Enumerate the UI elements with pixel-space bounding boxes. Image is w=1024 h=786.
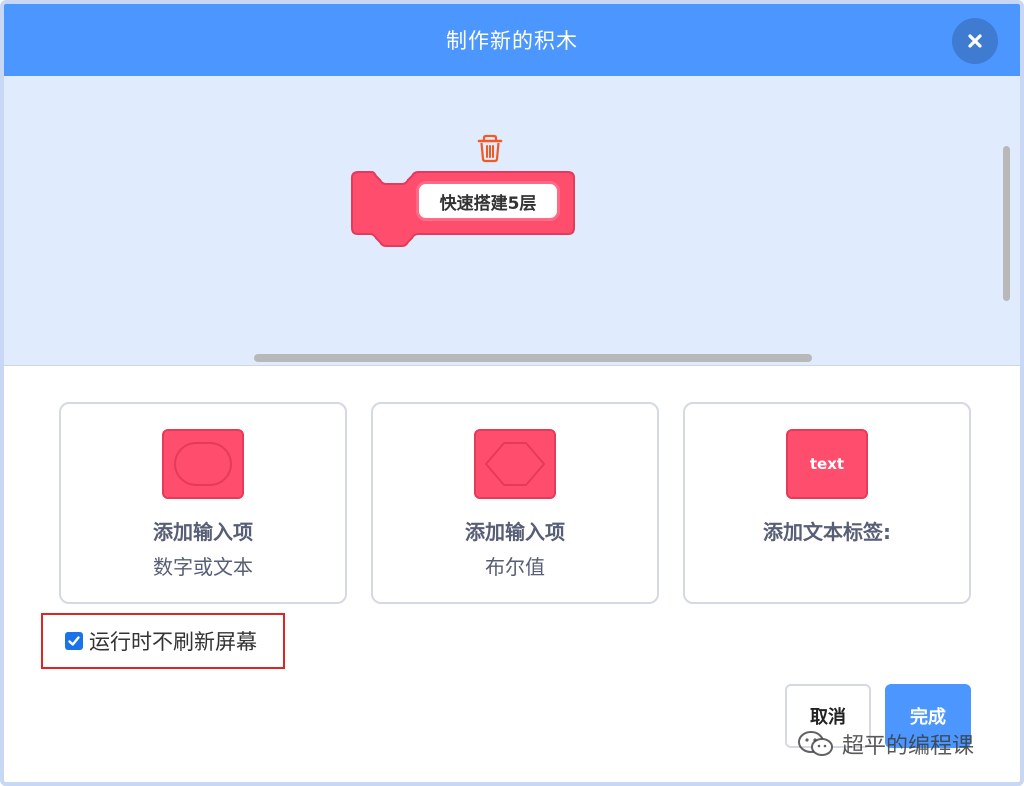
vertical-scrollbar[interactable] xyxy=(1003,146,1010,301)
checkmark-icon xyxy=(68,636,80,646)
boolean-input-icon xyxy=(474,429,556,499)
horizontal-scrollbar[interactable] xyxy=(254,354,812,362)
wechat-icon xyxy=(798,731,833,756)
add-text-label-button[interactable]: text 添加文本标签: xyxy=(683,402,971,604)
round-input-icon xyxy=(162,429,244,499)
custom-block-preview[interactable]: 快速搭建5层 xyxy=(350,170,575,247)
text-label-icon: text xyxy=(786,429,868,499)
block-preview-workspace: 快速搭建5层 xyxy=(4,76,1020,366)
run-without-refresh-row: 运行时不刷新屏幕 xyxy=(41,613,285,669)
add-boolean-input-button[interactable]: 添加输入项 布尔值 xyxy=(371,402,659,604)
option-title: 添加文本标签: xyxy=(763,520,891,544)
option-subtitle: 数字或文本 xyxy=(153,555,253,579)
dialog-header: 制作新的积木 xyxy=(4,4,1020,76)
close-icon xyxy=(968,34,982,48)
add-number-text-input-button[interactable]: 添加输入项 数字或文本 xyxy=(59,402,347,604)
block-name-input[interactable]: 快速搭建5层 xyxy=(416,181,560,221)
option-title: 添加输入项 xyxy=(465,520,565,544)
watermark: 超平的编程课 xyxy=(796,728,974,760)
option-title: 添加输入项 xyxy=(153,520,253,544)
run-without-refresh-checkbox[interactable] xyxy=(65,632,83,650)
make-block-dialog: 制作新的积木 快速搭建5层 添加输入项 数字或文本 添加输入项 布尔值 text… xyxy=(0,0,1024,786)
dialog-title: 制作新的积木 xyxy=(446,29,578,53)
add-input-options: 添加输入项 数字或文本 添加输入项 布尔值 text 添加文本标签: xyxy=(59,402,971,604)
text-label-icon-text: text xyxy=(809,455,845,473)
trash-icon[interactable] xyxy=(475,133,505,167)
run-without-refresh-label[interactable]: 运行时不刷新屏幕 xyxy=(89,626,257,656)
close-button[interactable] xyxy=(952,18,998,64)
watermark-text: 超平的编程课 xyxy=(842,734,975,759)
option-subtitle: 布尔值 xyxy=(485,555,545,579)
